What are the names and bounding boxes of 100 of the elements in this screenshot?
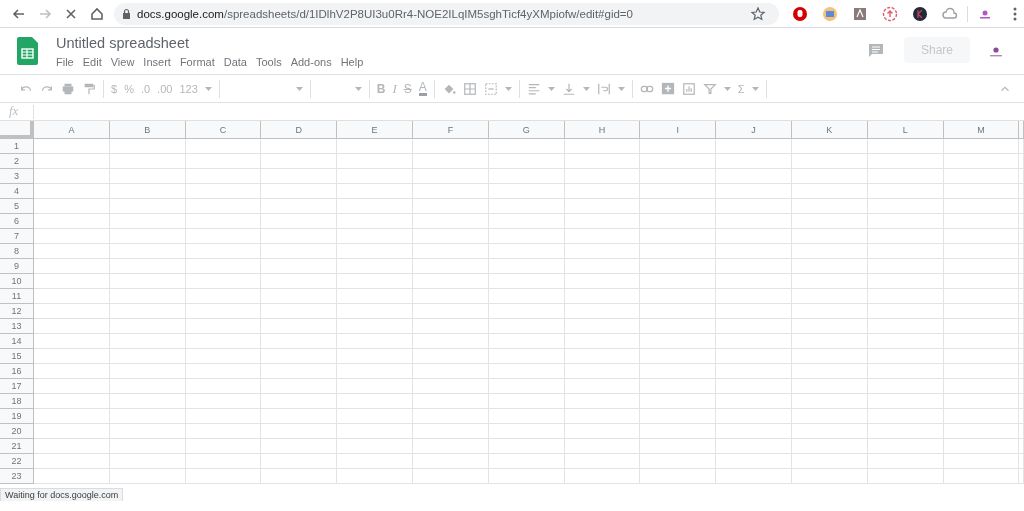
spreadsheet-cell[interactable] (640, 259, 717, 274)
spreadsheet-cell[interactable] (34, 184, 110, 199)
spreadsheet-cell[interactable] (185, 349, 262, 364)
spreadsheet-cell[interactable] (261, 319, 338, 334)
spreadsheet-cell[interactable] (413, 304, 489, 319)
spreadsheet-cell[interactable] (867, 154, 944, 169)
spreadsheet-cell[interactable] (185, 229, 262, 244)
spreadsheet-cell[interactable] (337, 199, 413, 214)
spreadsheet-cell[interactable] (564, 379, 641, 394)
spreadsheet-cell[interactable] (109, 154, 186, 169)
spreadsheet-cell[interactable] (1019, 229, 1024, 244)
spreadsheet-cell[interactable] (488, 424, 565, 439)
spreadsheet-cell[interactable] (261, 139, 338, 154)
spreadsheet-cell[interactable] (488, 469, 565, 484)
spreadsheet-cell[interactable] (564, 139, 641, 154)
spreadsheet-cell[interactable] (640, 394, 717, 409)
spreadsheet-cell[interactable] (716, 469, 792, 484)
spreadsheet-cell[interactable] (867, 409, 944, 424)
spreadsheet-cell[interactable] (791, 154, 868, 169)
spreadsheet-cell[interactable] (109, 199, 186, 214)
spreadsheet-cell[interactable] (640, 169, 717, 184)
spreadsheet-cell[interactable] (413, 364, 489, 379)
column-header[interactable]: I (640, 121, 717, 139)
spreadsheet-cell[interactable] (1019, 199, 1024, 214)
spreadsheet-cell[interactable] (867, 454, 944, 469)
spreadsheet-cell[interactable] (337, 349, 413, 364)
spreadsheet-cell[interactable] (791, 319, 868, 334)
text-wrap-icon[interactable] (596, 81, 611, 96)
spreadsheet-cell[interactable] (34, 364, 110, 379)
spreadsheet-cell[interactable] (716, 214, 792, 229)
spreadsheet-cell[interactable] (413, 169, 489, 184)
spreadsheet-cell[interactable] (337, 244, 413, 259)
spreadsheet-cell[interactable] (109, 274, 186, 289)
spreadsheet-cell[interactable] (867, 139, 944, 154)
spreadsheet-cell[interactable] (640, 154, 717, 169)
spreadsheet-cell[interactable] (640, 349, 717, 364)
spreadsheet-cell[interactable] (791, 364, 868, 379)
spreadsheet-cell[interactable] (413, 424, 489, 439)
spreadsheet-cell[interactable] (185, 214, 262, 229)
spreadsheet-cell[interactable] (109, 139, 186, 154)
spreadsheet-cell[interactable] (34, 394, 110, 409)
spreadsheet-cell[interactable] (337, 169, 413, 184)
row-header[interactable]: 1 (0, 139, 34, 154)
spreadsheet-cell[interactable] (413, 379, 489, 394)
spreadsheet-cell[interactable] (413, 274, 489, 289)
spreadsheet-cell[interactable] (716, 334, 792, 349)
spreadsheet-cell[interactable] (716, 259, 792, 274)
spreadsheet-cell[interactable] (640, 139, 717, 154)
row-header[interactable]: 3 (0, 169, 34, 184)
spreadsheet-cell[interactable] (716, 169, 792, 184)
spreadsheet-cell[interactable] (564, 469, 641, 484)
spreadsheet-cell[interactable] (716, 244, 792, 259)
spreadsheet-cell[interactable] (867, 289, 944, 304)
spreadsheet-cell[interactable] (640, 439, 717, 454)
dropdown-caret-icon[interactable] (354, 86, 362, 91)
spreadsheet-cell[interactable] (34, 439, 110, 454)
spreadsheet-cell[interactable] (791, 454, 868, 469)
spreadsheet-cell[interactable] (564, 424, 641, 439)
spreadsheet-cell[interactable] (564, 319, 641, 334)
spreadsheet-cell[interactable] (867, 439, 944, 454)
spreadsheet-cell[interactable] (261, 259, 338, 274)
spreadsheet-cell[interactable] (791, 199, 868, 214)
spreadsheet-cell[interactable] (109, 439, 186, 454)
spreadsheet-cell[interactable] (640, 334, 717, 349)
spreadsheet-cell[interactable] (564, 289, 641, 304)
spreadsheet-cell[interactable] (337, 409, 413, 424)
menu-item[interactable]: View (110, 56, 144, 68)
borders-icon[interactable] (462, 81, 477, 96)
spreadsheet-cell[interactable] (337, 364, 413, 379)
spreadsheet-cell[interactable] (109, 379, 186, 394)
spreadsheet-cell[interactable] (185, 409, 262, 424)
insert-comment-icon[interactable] (660, 81, 675, 96)
spreadsheet-cell[interactable] (791, 184, 868, 199)
spreadsheet-cell[interactable] (943, 154, 1020, 169)
row-header[interactable]: 22 (0, 454, 34, 469)
print-icon[interactable] (61, 81, 75, 96)
spreadsheet-cell[interactable] (34, 454, 110, 469)
spreadsheet-cell[interactable] (109, 289, 186, 304)
spreadsheet-cell[interactable] (185, 199, 262, 214)
spreadsheet-cell[interactable] (488, 199, 565, 214)
row-header[interactable]: 7 (0, 229, 34, 244)
column-header[interactable] (1019, 121, 1024, 139)
spreadsheet-cell[interactable] (564, 169, 641, 184)
spreadsheet-cell[interactable] (640, 229, 717, 244)
spreadsheet-cell[interactable] (791, 274, 868, 289)
dropdown-caret-icon[interactable] (723, 86, 731, 91)
row-header[interactable]: 13 (0, 319, 34, 334)
spreadsheet-cell[interactable] (185, 379, 262, 394)
spreadsheet-cell[interactable] (564, 244, 641, 259)
spreadsheet-cell[interactable] (943, 229, 1020, 244)
spreadsheet-cell[interactable] (943, 169, 1020, 184)
spreadsheet-cell[interactable] (109, 319, 186, 334)
spreadsheet-cell[interactable] (716, 409, 792, 424)
spreadsheet-cell[interactable] (1019, 424, 1024, 439)
spreadsheet-cell[interactable] (1019, 244, 1024, 259)
spreadsheet-cell[interactable] (413, 394, 489, 409)
menu-item[interactable]: Add-ons (290, 56, 341, 68)
spreadsheet-cell[interactable] (1019, 319, 1024, 334)
spreadsheet-cell[interactable] (109, 304, 186, 319)
spreadsheet-cell[interactable] (1019, 364, 1024, 379)
